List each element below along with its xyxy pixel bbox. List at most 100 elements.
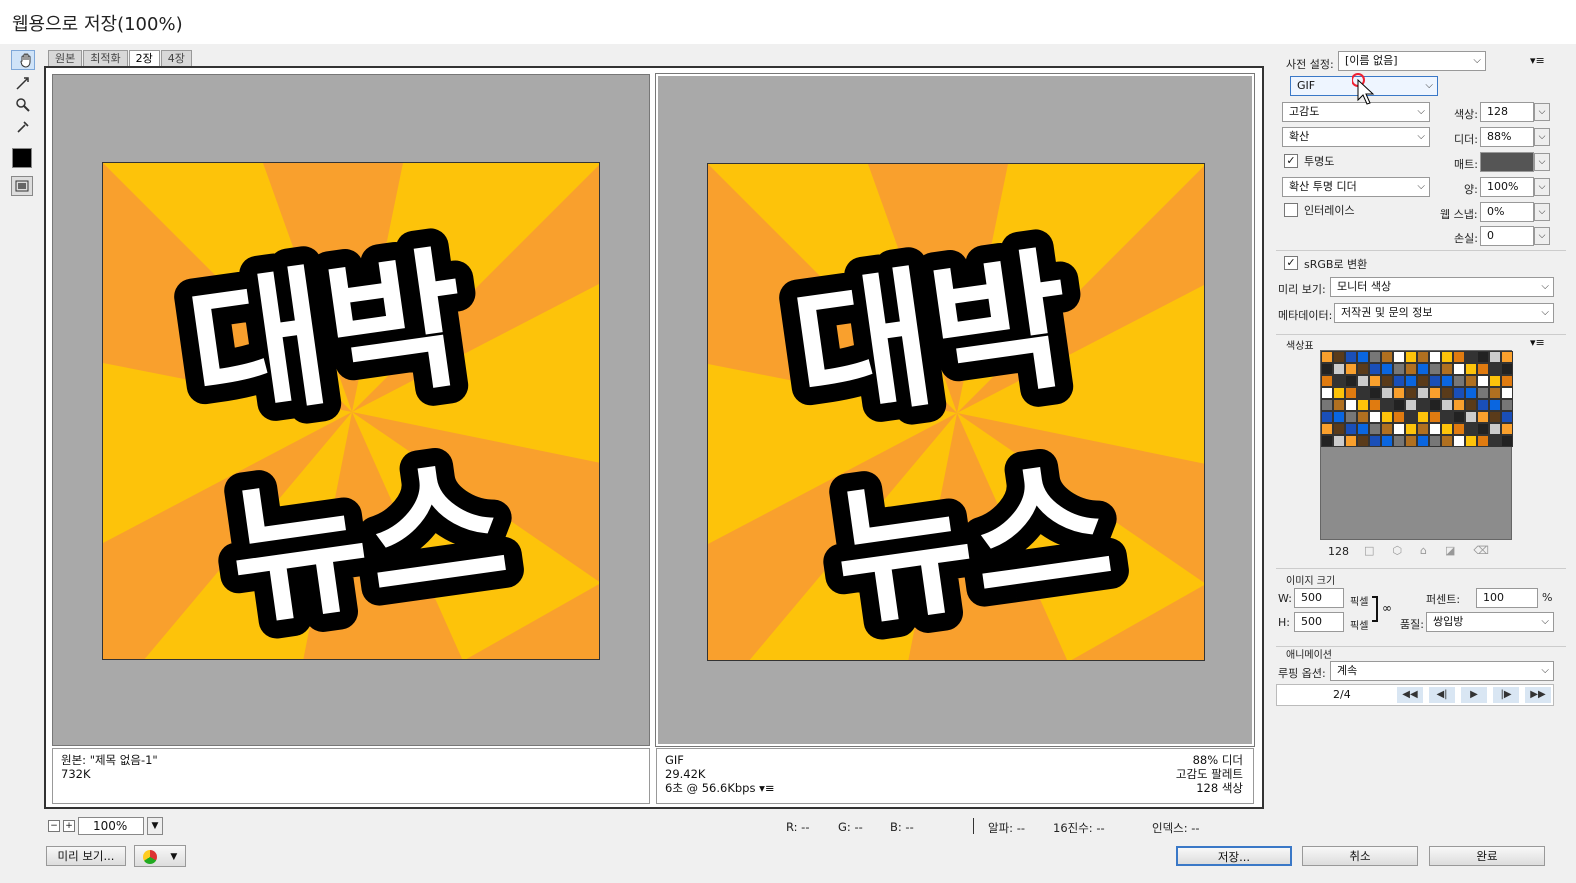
color-swatch[interactable] (1429, 411, 1441, 423)
color-swatch[interactable] (1441, 423, 1453, 435)
color-swatch[interactable] (1429, 399, 1441, 411)
color-swatch[interactable] (1345, 363, 1357, 375)
color-swatch[interactable] (1501, 411, 1513, 423)
width-input[interactable]: 500 (1294, 588, 1344, 608)
color-swatch[interactable] (1321, 387, 1333, 399)
color-swatch[interactable] (1453, 435, 1465, 447)
color-swatch[interactable] (1441, 435, 1453, 447)
lossy-input[interactable]: 0 (1480, 226, 1534, 246)
color-swatch[interactable] (1501, 399, 1513, 411)
color-swatch[interactable] (1321, 399, 1333, 411)
color-swatch[interactable] (1381, 375, 1393, 387)
color-swatch[interactable] (1357, 363, 1369, 375)
height-input[interactable]: 500 (1294, 612, 1344, 632)
chevron-down-icon[interactable]: ⌵ (1534, 153, 1550, 171)
color-swatch[interactable] (1369, 411, 1381, 423)
color-swatch[interactable] (1417, 363, 1429, 375)
color-swatch[interactable] (1393, 351, 1405, 363)
color-swatch[interactable] (1369, 351, 1381, 363)
color-swatch[interactable] (1429, 423, 1441, 435)
zoom-in-button[interactable]: + (63, 820, 75, 832)
color-swatch[interactable] (1465, 399, 1477, 411)
color-swatch[interactable] (1333, 351, 1345, 363)
color-swatch[interactable] (1357, 423, 1369, 435)
color-swatch[interactable] (1501, 387, 1513, 399)
color-swatch[interactable] (1345, 411, 1357, 423)
chain-link-icon[interactable]: ∞ (1382, 601, 1392, 615)
color-swatch[interactable] (1369, 435, 1381, 447)
color-swatch[interactable] (1381, 411, 1393, 423)
color-swatch[interactable] (1381, 387, 1393, 399)
dither-input[interactable]: 88% (1480, 127, 1534, 147)
last-frame-icon[interactable]: ▶▶ (1525, 687, 1551, 703)
amount-input[interactable]: 100% (1480, 177, 1534, 197)
chevron-down-icon[interactable]: ▼ (147, 817, 163, 835)
color-swatch[interactable] (1405, 375, 1417, 387)
color-swatch[interactable] (1321, 423, 1333, 435)
interlace-checkbox[interactable] (1284, 203, 1298, 217)
color-swatch[interactable] (1321, 375, 1333, 387)
color-swatch[interactable] (1357, 351, 1369, 363)
color-swatch[interactable] (1429, 351, 1441, 363)
original-preview-pane[interactable]: 대박 대박 뉴스 뉴스 (52, 74, 650, 746)
color-swatch[interactable] (1453, 399, 1465, 411)
color-swatch[interactable] (1357, 435, 1369, 447)
color-swatch[interactable] (1333, 363, 1345, 375)
color-swatch[interactable] (1453, 375, 1465, 387)
color-swatch[interactable] (1345, 423, 1357, 435)
color-swatch[interactable] (1477, 435, 1489, 447)
color-swatch[interactable] (1417, 411, 1429, 423)
color-swatch[interactable] (1393, 411, 1405, 423)
color-swatch[interactable] (1465, 411, 1477, 423)
play-icon[interactable]: ▶ (1461, 687, 1487, 703)
chevron-down-icon[interactable]: ▼ (170, 852, 177, 862)
color-swatch[interactable] (1405, 363, 1417, 375)
srgb-checkbox[interactable]: ✓ (1284, 256, 1298, 270)
color-swatch[interactable] (1369, 363, 1381, 375)
color-swatch[interactable] (1381, 423, 1393, 435)
color-swatch[interactable] (1321, 351, 1333, 363)
dither-algorithm-select[interactable]: 확산 ⌵ (1282, 127, 1430, 147)
done-button[interactable]: 완료 (1429, 846, 1545, 866)
color-swatch[interactable] (1357, 399, 1369, 411)
first-frame-icon[interactable]: ◀◀ (1397, 687, 1423, 703)
color-swatch[interactable] (1393, 363, 1405, 375)
color-swatch[interactable] (1417, 435, 1429, 447)
color-swatch[interactable] (1405, 351, 1417, 363)
previous-frame-icon[interactable]: ◀| (1429, 687, 1455, 703)
metadata-select[interactable]: 저작권 및 문의 정보 ⌵ (1334, 303, 1554, 323)
loop-select[interactable]: 계속 ⌵ (1330, 661, 1554, 681)
color-swatch[interactable] (1369, 387, 1381, 399)
color-swatch[interactable] (1453, 351, 1465, 363)
color-swatch[interactable] (1501, 435, 1513, 447)
color-swatch[interactable] (1465, 387, 1477, 399)
color-swatch[interactable] (1381, 435, 1393, 447)
color-swatch[interactable] (1321, 435, 1333, 447)
color-swatch[interactable] (1369, 375, 1381, 387)
zoom-tool-icon[interactable] (11, 94, 35, 116)
preview-button[interactable]: 미리 보기... (46, 846, 126, 866)
color-swatch[interactable] (1405, 435, 1417, 447)
quality-select[interactable]: 쌍입방 ⌵ (1426, 612, 1554, 632)
color-swatch[interactable] (1405, 387, 1417, 399)
color-swatch[interactable] (1453, 363, 1465, 375)
color-swatch[interactable] (1417, 423, 1429, 435)
color-swatch[interactable] (1405, 411, 1417, 423)
color-swatch[interactable] (1477, 399, 1489, 411)
menu-icon[interactable]: ▾≡ (759, 781, 774, 795)
percent-input[interactable]: 100 (1476, 588, 1538, 608)
panel-menu-icon[interactable]: ▾≡ (1530, 336, 1545, 349)
color-swatch[interactable] (1357, 375, 1369, 387)
chevron-down-icon[interactable]: ⌵ (1534, 203, 1550, 221)
optimized-download-time[interactable]: 6초 @ 56.6Kbps ▾≡ (665, 781, 1245, 795)
tab-original[interactable]: 원본 (48, 50, 83, 66)
color-table[interactable] (1320, 350, 1513, 540)
color-swatch[interactable] (1501, 375, 1513, 387)
color-swatch[interactable] (1345, 387, 1357, 399)
color-swatch[interactable] (1393, 375, 1405, 387)
preset-select[interactable]: [이름 없음] ⌵ (1338, 51, 1486, 71)
color-swatch[interactable] (1417, 351, 1429, 363)
toggle-slices-icon[interactable] (11, 176, 33, 196)
color-swatch[interactable] (1381, 351, 1393, 363)
color-swatch[interactable] (1465, 423, 1477, 435)
